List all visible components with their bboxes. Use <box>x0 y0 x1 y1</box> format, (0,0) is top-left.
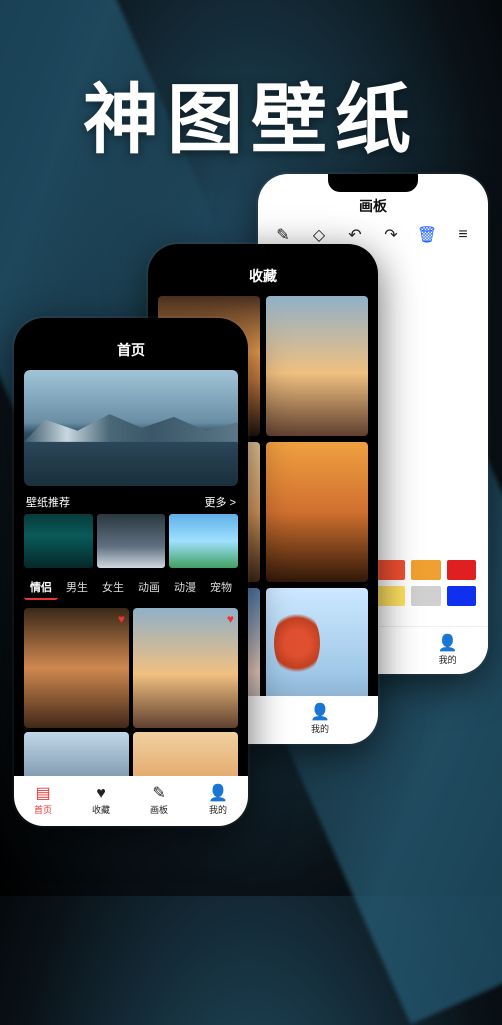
category-tab[interactable]: 女生 <box>96 576 130 600</box>
nav-item-heart[interactable]: ♥收藏 <box>92 786 110 816</box>
color-swatch[interactable] <box>411 560 440 580</box>
wallpaper-thumbnail[interactable] <box>169 514 238 568</box>
color-swatch[interactable] <box>447 560 476 580</box>
nav-label: 首页 <box>34 803 52 816</box>
redo-icon[interactable]: ↷ <box>382 226 400 244</box>
hero-title: 神图壁纸 <box>0 58 502 168</box>
featured-wallpaper[interactable] <box>24 370 238 486</box>
category-tab[interactable]: 动画 <box>132 576 166 600</box>
person-icon: 👤 <box>438 636 458 652</box>
color-swatch[interactable] <box>376 586 405 606</box>
nav-label: 我的 <box>311 722 329 735</box>
nav-label: 我的 <box>439 653 457 666</box>
notch <box>328 174 418 192</box>
phone-home: 首页 壁纸推荐 更多 > 情侣男生女生动画动漫宠物 ♥ ♥ ▤首页♥收藏✎画板👤… <box>14 318 248 826</box>
category-tab[interactable]: 男生 <box>60 576 94 600</box>
category-tabs: 情侣男生女生动画动漫宠物 <box>14 568 248 604</box>
nav-item-person[interactable]: 👤我的 <box>310 705 330 735</box>
recommend-thumbnails <box>14 514 248 568</box>
category-tab[interactable]: 动漫 <box>168 576 202 600</box>
bottom-nav: ▤首页 ♥收藏 ✎画板 👤我的 <box>14 776 248 826</box>
wallpaper-thumbnail[interactable]: ♥ <box>133 608 238 728</box>
heart-icon[interactable]: ♥ <box>227 612 234 626</box>
nav-item-person[interactable]: 👤我的 <box>438 636 458 666</box>
category-tab[interactable]: 宠物 <box>204 576 238 600</box>
color-swatch[interactable] <box>447 586 476 606</box>
heart-icon[interactable]: ♥ <box>118 612 125 626</box>
wallpaper-thumbnail[interactable]: ♥ <box>24 608 129 728</box>
nav-item-image[interactable]: ▤首页 <box>34 786 52 816</box>
wallpaper-thumbnail[interactable] <box>97 514 166 568</box>
wallpaper-thumbnail[interactable] <box>24 514 93 568</box>
eraser-icon[interactable]: ◇ <box>310 226 328 244</box>
person-icon: 👤 <box>208 786 228 802</box>
menu-icon[interactable]: ≡ <box>454 226 472 244</box>
undo-icon[interactable]: ↶ <box>346 226 364 244</box>
nav-item-brush[interactable]: ✎画板 <box>150 786 168 816</box>
pen-icon[interactable]: ✎ <box>274 226 292 244</box>
color-swatch[interactable] <box>411 586 440 606</box>
image-icon: ▤ <box>35 786 50 802</box>
trash-icon[interactable]: 🗑 <box>418 226 436 244</box>
nav-item-person[interactable]: 👤我的 <box>208 786 228 816</box>
section-label: 壁纸推荐 <box>26 494 70 510</box>
nav-label: 我的 <box>209 803 227 816</box>
nav-label: 画板 <box>150 803 168 816</box>
notch <box>218 244 308 262</box>
brush-icon: ✎ <box>152 786 165 802</box>
notch <box>86 318 176 336</box>
more-button[interactable]: 更多 > <box>205 494 236 510</box>
category-tab[interactable]: 情侣 <box>24 576 58 600</box>
heart-icon: ♥ <box>96 786 106 802</box>
wallpaper-thumbnail[interactable] <box>266 296 368 436</box>
wallpaper-thumbnail[interactable] <box>266 442 368 582</box>
nav-label: 收藏 <box>92 803 110 816</box>
color-swatch[interactable] <box>376 560 405 580</box>
person-icon: 👤 <box>310 705 330 721</box>
